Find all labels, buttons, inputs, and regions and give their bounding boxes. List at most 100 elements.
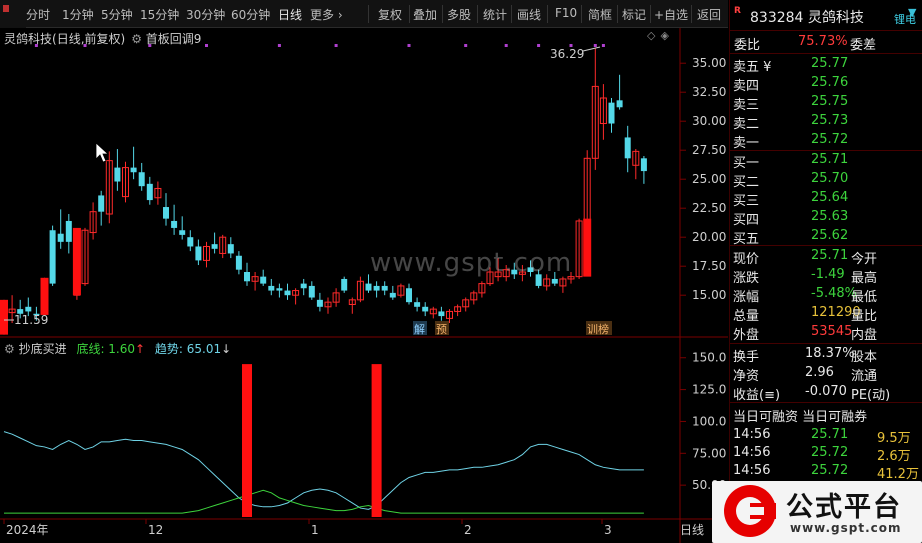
indicator-tick-label: 125.0 [692, 383, 726, 397]
candle-body [114, 167, 121, 182]
bid-price: 25.70 [811, 171, 849, 186]
brand-title: 公式平台 [786, 492, 902, 523]
indicator-tick-label: 100.0 [692, 414, 726, 428]
candle-body [25, 306, 32, 312]
high-price-arrow [582, 46, 601, 52]
bid-row: 买一 25.71 [730, 151, 922, 171]
brand-url: www.gspt.com [790, 521, 902, 535]
ask-row: 卖四 25.76 [730, 74, 922, 94]
ask-row: 卖五 ¥ 25.77 [730, 55, 922, 75]
stat-row: 总量 121290 量比 [730, 304, 922, 324]
stat-label: 总量 [733, 309, 760, 324]
x-axis: 2024年 12 1 2 3 [3, 519, 612, 537]
ask-label: 卖一 [733, 136, 760, 151]
weibi-label: 委比 [734, 38, 761, 53]
price-tick-label: 22.50 [692, 201, 726, 215]
signal-dot [148, 44, 152, 47]
tick-time: 14:56 [733, 427, 771, 442]
stock-code-name: 833284 灵鸽科技 [750, 7, 864, 27]
kline-chart[interactable]: 35.00 32.50 30.00 27.50 25.00 22.50 20.00 17.50… [0, 0, 728, 543]
up-arrow-icon: ↑ [135, 342, 146, 356]
candle-body [300, 283, 307, 289]
limit-up-bar [0, 299, 8, 335]
stat2-label: 净资 [733, 369, 760, 384]
indicator-gear-icon[interactable]: ⚙ [4, 342, 15, 356]
down-arrow-icon: ↓ [221, 342, 232, 356]
sector-tag[interactable]: 锂电 [894, 10, 922, 29]
period-tab[interactable]: 日线 [680, 521, 704, 538]
ask-label: 卖三 [733, 98, 760, 113]
stat-label-2: 今开 [851, 252, 878, 267]
signal-dot [504, 44, 508, 47]
candle-body [57, 233, 64, 242]
indicator-line-trend [3, 431, 644, 510]
candle-body [235, 255, 242, 270]
stat2-label-2: PE(动) [851, 388, 891, 403]
indicator-title: ⚙ 抄底买进 底线: 1.60↑ 趋势: 65.01↓ [4, 340, 231, 357]
stat-label-2: 最低 [851, 290, 878, 305]
stat2-label: 收益(≡) [733, 388, 781, 403]
stat-label: 涨跌 [733, 271, 760, 286]
stat2-label-2: 股本 [851, 350, 878, 365]
tick-volume: 41.2万 [877, 467, 919, 482]
candle-body [406, 288, 412, 303]
bid-price: 25.64 [811, 190, 849, 205]
event-marker-yu-label: 预 [436, 323, 447, 336]
quote-panel: R 833284 灵鸽科技 ▼ 锂电 委比 75.73% 委差 卖五 ¥25.7… [729, 0, 922, 543]
limit-up-bar [72, 227, 81, 296]
candle-body [49, 230, 56, 284]
candle-body [414, 302, 421, 307]
bid-price: 25.62 [811, 228, 849, 243]
candle-body [98, 195, 105, 212]
signal-dot [334, 44, 338, 47]
bid-label: 买二 [733, 175, 760, 190]
stat-row: 现价 25.71 今开 [730, 247, 922, 267]
watermark-text: www.gspt.com [370, 248, 573, 278]
tick-price: 25.71 [811, 427, 849, 442]
high-price-label: 36.29 [550, 47, 584, 61]
ask-label: 卖四 [733, 79, 760, 94]
stat2-row: 收益(≡) -0.070 PE(动) [730, 383, 922, 403]
bid-price: 25.71 [811, 152, 849, 167]
candle-body [624, 137, 631, 159]
rzrq-badge-icon: R [734, 6, 741, 16]
price-tick-label: 35.00 [692, 56, 726, 70]
candle-body [211, 244, 218, 249]
stat-label-2: 量比 [851, 309, 878, 324]
x-tick-label: 12 [148, 523, 163, 537]
price-tick-label: 25.00 [692, 172, 726, 186]
price-tick-label: 20.00 [692, 230, 726, 244]
indicator-tick-label: 150.0 [692, 351, 726, 365]
candle-body [616, 100, 623, 108]
candle-body [268, 285, 275, 291]
stock-name-header: 灵鸽科技 [807, 10, 864, 26]
x-tick-label: 2 [464, 523, 472, 537]
ask-label: 卖二 [733, 117, 760, 132]
ask-row: 卖三 25.75 [730, 93, 922, 113]
candle-body [260, 276, 267, 284]
candle-body [373, 285, 380, 291]
signal-dot [464, 44, 468, 47]
stat-label: 现价 [733, 252, 760, 267]
formula-signal-dots [34, 44, 605, 47]
price-tick-label: 17.50 [692, 259, 726, 273]
indicator-tick-label: 75.00 [692, 446, 726, 460]
candle-body [341, 278, 348, 291]
candle-body [389, 292, 396, 298]
event-marker-jie-label: 解 [414, 322, 425, 336]
candle-body [551, 278, 558, 284]
trend-line-label: 趋势: 65.01 [154, 342, 222, 356]
brand-mark-icon [724, 485, 776, 537]
stat2-row: 换手 18.37% 股本 [730, 345, 922, 365]
stat2-row: 净资 2.96 流通 [730, 364, 922, 384]
price-tick-label: 32.50 [692, 85, 726, 99]
limit-up-bar [583, 218, 592, 277]
candle-body [308, 285, 315, 298]
divider [730, 343, 922, 344]
indicator-name[interactable]: 抄底买进 [19, 342, 67, 356]
tick-time: 14:56 [733, 463, 771, 478]
bid-label: 买一 [733, 156, 760, 171]
bid-row: 买五 25.62 [730, 227, 922, 247]
signal-dot [601, 44, 605, 47]
ask-row: 卖二 25.73 [730, 112, 922, 132]
